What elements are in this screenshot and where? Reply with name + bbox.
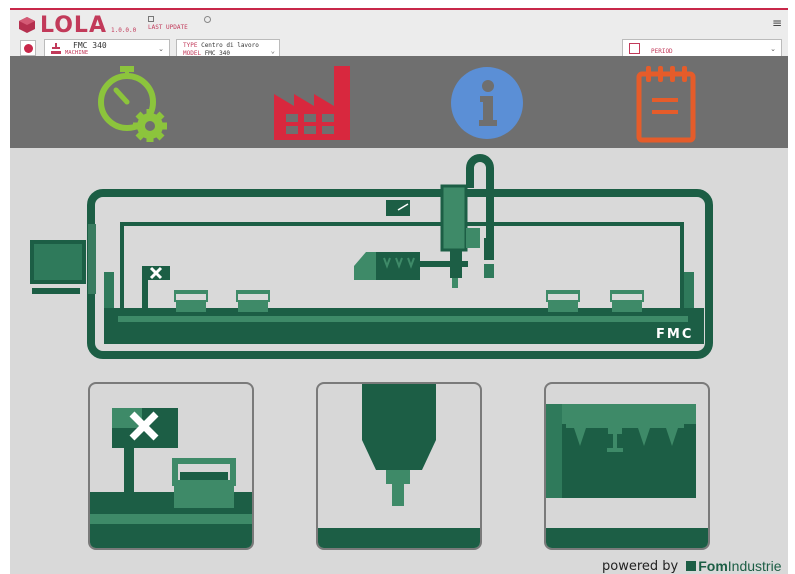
detail-spindle[interactable]: [316, 382, 482, 550]
brand-a: Fom: [698, 558, 728, 574]
calendar-icon: [629, 43, 640, 54]
machine-badge: FMC: [656, 327, 693, 342]
last-update: LAST UPDATE: [148, 16, 188, 31]
detail-stop-marker-vise[interactable]: [88, 382, 254, 550]
last-update-label: LAST UPDATE: [148, 24, 188, 31]
hamburger-menu-icon[interactable]: ≡: [772, 16, 782, 30]
powered-by: powered by Fom Industrie: [602, 558, 782, 574]
tool-magazine-icon: [546, 404, 708, 548]
fom-industrie-logo: Fom Industrie: [686, 558, 782, 574]
clock-icon: [204, 16, 211, 23]
machine-value: FMC 340: [73, 41, 107, 50]
stop-marker: [142, 266, 170, 310]
chevron-down-icon: ⌄: [270, 47, 275, 55]
app-window: LOLA 1.0.0.0 LAST UPDATE ≡ FMC 340 MACHI…: [10, 8, 788, 574]
refresh-icon: [23, 43, 33, 53]
navigation-band: [10, 56, 788, 148]
stop-marker-vise-icon: [90, 408, 252, 548]
period-label: PERIOD: [651, 48, 673, 55]
machine-base: [104, 308, 704, 344]
app-logo: LOLA 1.0.0.0: [18, 12, 137, 38]
spindle-icon: [318, 384, 480, 548]
type-key: TYPE: [183, 42, 198, 49]
header: LOLA 1.0.0.0 LAST UPDATE ≡ FMC 340 MACHI…: [10, 8, 788, 58]
detail-tool-magazine[interactable]: [544, 382, 710, 550]
app-version: 1.0.0.0: [110, 26, 137, 34]
document-icon: [148, 16, 154, 22]
brand-b: Industrie: [727, 558, 782, 574]
info-icon[interactable]: [450, 66, 524, 140]
machine-icon: [51, 43, 61, 54]
chevron-down-icon: ⌄: [770, 45, 776, 53]
powered-by-label: powered by: [602, 558, 679, 574]
monitor-icon: [30, 240, 86, 294]
stopwatch-gear-icon[interactable]: [96, 64, 168, 142]
chevron-down-icon: ⌄: [158, 45, 164, 53]
factory-icon[interactable]: [272, 64, 352, 142]
type-value: Centro di lavoro: [201, 42, 259, 49]
notepad-icon[interactable]: [636, 64, 696, 144]
cube-logo-icon: [19, 17, 35, 33]
fom-logo-mark-icon: [686, 561, 697, 571]
refresh-button[interactable]: [20, 40, 36, 56]
app-name: LOLA: [40, 12, 107, 38]
